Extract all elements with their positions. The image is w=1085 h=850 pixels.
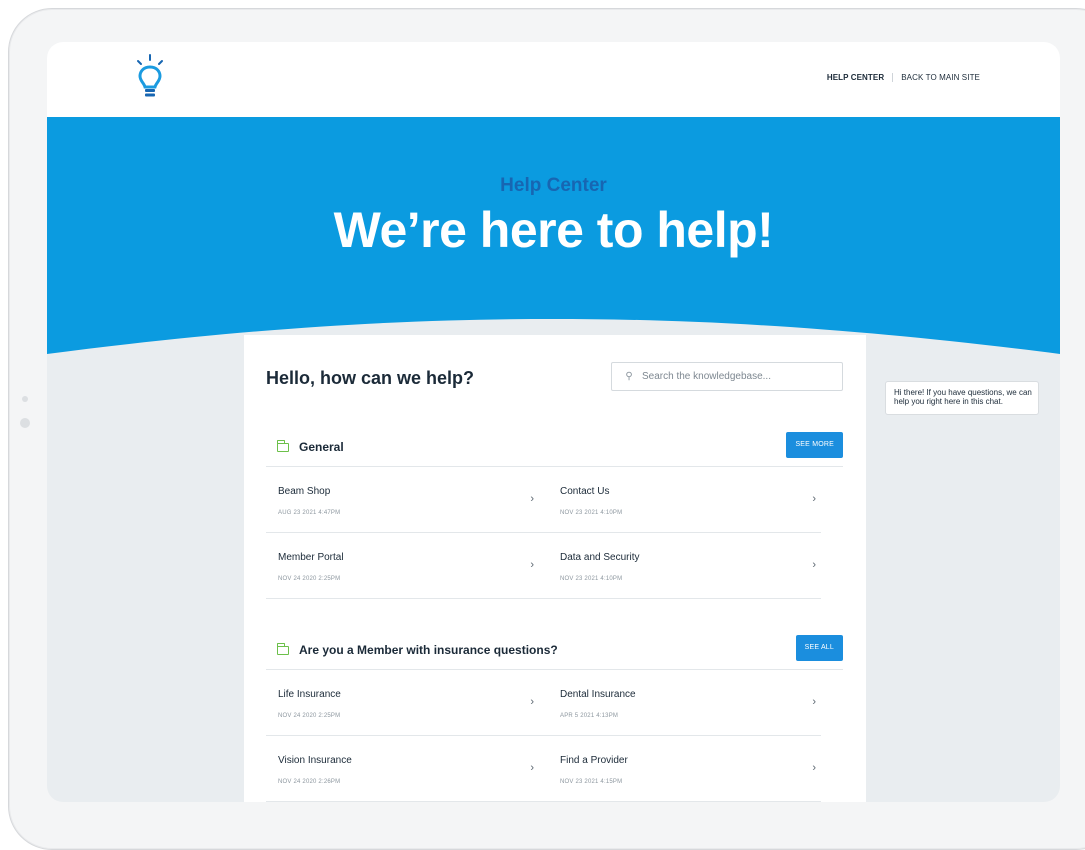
chat-bubble[interactable]: Hi there! If you have questions, we can … bbox=[885, 381, 1039, 415]
chevron-right-icon: › bbox=[530, 762, 534, 774]
see-more-button[interactable]: SEE MORE bbox=[786, 432, 843, 458]
article-title: Contact Us bbox=[560, 486, 610, 497]
article-date: NOV 24 2020 2:25PM bbox=[278, 713, 341, 719]
article-link-vision-insurance[interactable]: Vision Insurance NOV 24 2020 2:26PM › bbox=[278, 736, 540, 801]
article-link-life-insurance[interactable]: Life Insurance NOV 24 2020 2:25PM › bbox=[278, 670, 540, 735]
tablet-sensor bbox=[22, 396, 28, 402]
article-grid: Beam Shop AUG 23 2021 4:47PM › Contact U… bbox=[266, 467, 821, 599]
search-placeholder: Search the knowledgebase... bbox=[642, 371, 771, 382]
knowledgebase-panel: Hello, how can we help? ⚲ Search the kno… bbox=[244, 335, 866, 802]
search-input[interactable]: ⚲ Search the knowledgebase... bbox=[611, 362, 843, 391]
article-row: Beam Shop AUG 23 2021 4:47PM › Contact U… bbox=[266, 467, 821, 533]
hero-kicker: Help Center bbox=[500, 175, 607, 196]
article-title: Find a Provider bbox=[560, 755, 628, 766]
search-icon: ⚲ bbox=[625, 371, 633, 382]
article-date: AUG 23 2021 4:47PM bbox=[278, 510, 341, 516]
top-navigation: HELP CENTER BACK TO MAIN SITE bbox=[47, 42, 1060, 117]
article-link-dental-insurance[interactable]: Dental Insurance APR 5 2021 4:13PM › bbox=[560, 670, 822, 735]
hero-banner: Help Center We’re here to help! bbox=[47, 117, 1060, 357]
nav-back-to-main[interactable]: BACK TO MAIN SITE bbox=[901, 73, 980, 82]
chevron-right-icon: › bbox=[530, 559, 534, 571]
article-row: Member Portal NOV 24 2020 2:25PM › Data … bbox=[266, 533, 821, 599]
chevron-right-icon: › bbox=[812, 559, 816, 571]
section-title: Are you a Member with insurance question… bbox=[299, 643, 558, 657]
tablet-camera bbox=[20, 418, 30, 428]
article-title: Vision Insurance bbox=[278, 755, 352, 766]
chevron-right-icon: › bbox=[530, 696, 534, 708]
article-link-member-portal[interactable]: Member Portal NOV 24 2020 2:25PM › bbox=[278, 533, 540, 598]
article-title: Member Portal bbox=[278, 552, 344, 563]
section-header: Are you a Member with insurance question… bbox=[266, 635, 843, 670]
article-date: APR 5 2021 4:13PM bbox=[560, 713, 619, 719]
article-date: NOV 23 2021 4:10PM bbox=[560, 576, 623, 582]
folder-icon bbox=[276, 440, 289, 452]
article-link-data-and-security[interactable]: Data and Security NOV 23 2021 4:10PM › bbox=[560, 533, 822, 598]
article-title: Data and Security bbox=[560, 552, 640, 563]
folder-icon bbox=[276, 643, 289, 655]
section-general: General SEE MORE Beam Shop AUG 23 2021 4… bbox=[266, 432, 843, 599]
see-all-button[interactable]: SEE ALL bbox=[795, 635, 843, 661]
chevron-right-icon: › bbox=[812, 762, 816, 774]
page-title: Hello, how can we help? bbox=[266, 368, 475, 388]
section-header: General SEE MORE bbox=[266, 432, 843, 467]
article-title: Dental Insurance bbox=[560, 689, 636, 700]
nav-help-center[interactable]: HELP CENTER bbox=[827, 73, 884, 82]
article-date: NOV 24 2020 2:25PM bbox=[278, 576, 341, 582]
chevron-right-icon: › bbox=[812, 696, 816, 708]
browser-screen: HELP CENTER BACK TO MAIN SITE Help Cente… bbox=[47, 42, 1060, 802]
hero-title: We’re here to help! bbox=[333, 202, 774, 258]
article-row: Life Insurance NOV 24 2020 2:25PM › Dent… bbox=[266, 670, 821, 736]
article-date: NOV 23 2021 4:15PM bbox=[560, 779, 623, 785]
article-title: Life Insurance bbox=[278, 689, 341, 700]
header-nav: HELP CENTER BACK TO MAIN SITE bbox=[827, 73, 980, 82]
article-title: Beam Shop bbox=[278, 486, 331, 497]
article-date: NOV 24 2020 2:26PM bbox=[278, 779, 341, 785]
lightbulb-icon[interactable] bbox=[133, 54, 167, 100]
article-link-contact-us[interactable]: Contact Us NOV 23 2021 4:10PM › bbox=[560, 467, 822, 532]
chevron-right-icon: › bbox=[812, 493, 816, 505]
article-row: Vision Insurance NOV 24 2020 2:26PM › Fi… bbox=[266, 736, 821, 802]
article-link-beam-shop[interactable]: Beam Shop AUG 23 2021 4:47PM › bbox=[278, 467, 540, 532]
chevron-right-icon: › bbox=[530, 493, 534, 505]
article-date: NOV 23 2021 4:10PM bbox=[560, 510, 623, 516]
section-title: General bbox=[299, 440, 344, 454]
nav-divider bbox=[892, 73, 894, 82]
article-grid: Life Insurance NOV 24 2020 2:25PM › Dent… bbox=[266, 670, 821, 802]
section-member-insurance: Are you a Member with insurance question… bbox=[266, 635, 843, 802]
article-link-find-a-provider[interactable]: Find a Provider NOV 23 2021 4:15PM › bbox=[560, 736, 822, 801]
